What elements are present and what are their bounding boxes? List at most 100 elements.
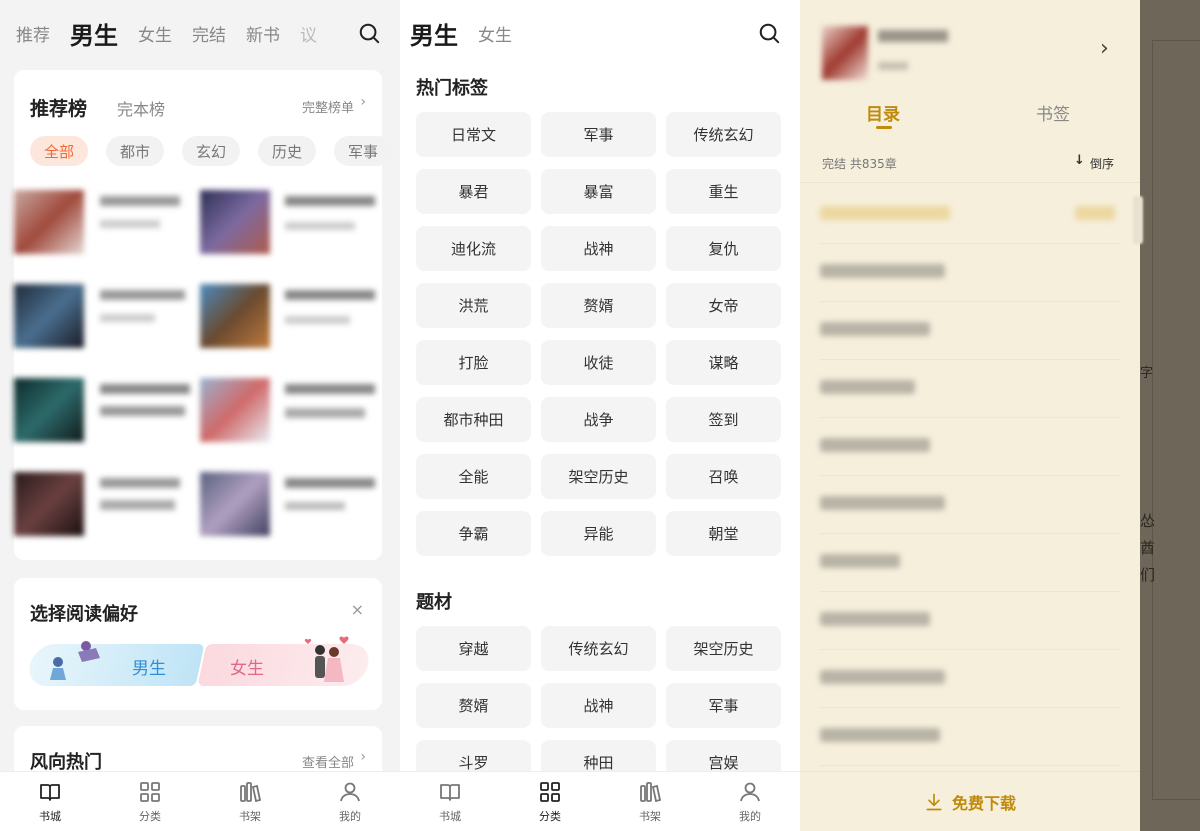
book-catalog-panel: 字 怂 酋 们 › 目录 书签 完结 共835章 ↓ 倒序 免费下载 — [800, 0, 1200, 831]
hot-tag[interactable]: 谋略 — [666, 340, 781, 385]
chapter-item[interactable] — [820, 534, 1120, 592]
female-label: 女生 — [230, 659, 264, 679]
book-cover[interactable] — [200, 472, 270, 536]
chevron-right-icon[interactable]: › — [1100, 36, 1109, 61]
male-label: 男生 — [132, 659, 166, 679]
free-download-button[interactable]: 免费下载 — [800, 771, 1140, 831]
tab-recommend[interactable]: 推荐 — [16, 21, 50, 46]
hot-tag[interactable]: 全能 — [416, 454, 531, 499]
hot-tag[interactable]: 收徒 — [541, 340, 656, 385]
tab-female[interactable]: 女生 — [138, 21, 172, 46]
hot-tag[interactable]: 复仇 — [666, 226, 781, 271]
hot-tag[interactable]: 争霸 — [416, 511, 531, 556]
chevron-right-icon: › — [360, 749, 366, 765]
hot-tag[interactable]: 日常文 — [416, 112, 531, 157]
hot-tag[interactable]: 召唤 — [666, 454, 781, 499]
pill-all[interactable]: 全部 — [30, 136, 88, 166]
catalog-drawer: › 目录 书签 完结 共835章 ↓ 倒序 免费下载 — [800, 0, 1140, 831]
tab-bookmark[interactable]: 书签 — [1036, 100, 1070, 125]
theme-tag[interactable]: 赘婿 — [416, 683, 531, 728]
sort-arrow-icon[interactable]: ↓ — [1074, 153, 1085, 168]
sort-order-button[interactable]: 倒序 — [1090, 155, 1114, 172]
chapter-item[interactable] — [820, 708, 1120, 766]
book-cover[interactable] — [14, 284, 84, 348]
tab-male[interactable]: 男生 — [410, 16, 458, 51]
bookshelf-icon — [640, 781, 662, 802]
theme-tag[interactable]: 穿越 — [416, 626, 531, 671]
tab-finished[interactable]: 完结 — [192, 21, 226, 46]
theme-tag[interactable]: 传统玄幻 — [541, 626, 656, 671]
chapter-item[interactable] — [820, 244, 1120, 302]
rank-more-link[interactable]: 完整榜单 — [302, 97, 354, 116]
book-cover[interactable] — [200, 284, 270, 348]
hot-tag[interactable]: 打脸 — [416, 340, 531, 385]
tab-catalog[interactable]: 目录 — [866, 100, 900, 125]
hot-tag[interactable]: 暴富 — [541, 169, 656, 214]
pill-city[interactable]: 都市 — [106, 136, 164, 166]
grid-icon — [540, 781, 560, 802]
hot-tag[interactable]: 签到 — [666, 397, 781, 442]
hot-tag[interactable]: 异能 — [541, 511, 656, 556]
theme-tag[interactable]: 军事 — [666, 683, 781, 728]
book-cover[interactable] — [822, 26, 868, 80]
chevron-right-icon: › — [360, 94, 366, 110]
rank-title[interactable]: 推荐榜 — [30, 94, 87, 121]
nav-bookshelf[interactable]: 书架 — [200, 772, 300, 831]
pill-military[interactable]: 军事 — [334, 136, 392, 166]
nav-bookstore[interactable]: 书城 — [400, 772, 500, 831]
chapter-item[interactable] — [820, 476, 1120, 534]
nav-category[interactable]: 分类 — [500, 772, 600, 831]
nav-bookshelf[interactable]: 书架 — [600, 772, 700, 831]
chapter-item[interactable] — [820, 650, 1120, 708]
book-cover[interactable] — [14, 472, 84, 536]
book-cover[interactable] — [200, 378, 270, 442]
theme-tag[interactable]: 架空历史 — [666, 626, 781, 671]
nav-mine[interactable]: 我的 — [700, 772, 800, 831]
hot-tag[interactable]: 传统玄幻 — [666, 112, 781, 157]
section-theme: 题材 — [416, 592, 452, 613]
tab-new[interactable]: 新书 — [246, 21, 280, 46]
hot-tag[interactable]: 朝堂 — [666, 511, 781, 556]
tab-male[interactable]: 男生 — [70, 16, 118, 51]
book-cover[interactable] — [200, 190, 270, 254]
theme-tag[interactable]: 战神 — [541, 683, 656, 728]
hot-tag[interactable]: 洪荒 — [416, 283, 531, 328]
user-icon — [740, 782, 760, 801]
hot-tag[interactable]: 重生 — [666, 169, 781, 214]
close-icon[interactable]: × — [351, 600, 364, 619]
rank-alt-tab[interactable]: 完本榜 — [117, 96, 165, 120]
search-icon[interactable] — [758, 22, 780, 44]
hot-tag[interactable]: 战争 — [541, 397, 656, 442]
hot-tag[interactable]: 赘婿 — [541, 283, 656, 328]
bookstore-panel: 推荐 男生 女生 完结 新书 议 推荐榜 完本榜 完整榜单 › 全部 都市 玄幻… — [0, 0, 400, 831]
hot-tag[interactable]: 暴君 — [416, 169, 531, 214]
hot-tag[interactable]: 架空历史 — [541, 454, 656, 499]
chapter-item[interactable] — [820, 418, 1120, 476]
tab-more[interactable]: 议 — [300, 21, 317, 46]
book-cover[interactable] — [14, 378, 84, 442]
hot-tag[interactable]: 女帝 — [666, 283, 781, 328]
hot-more-link[interactable]: 查看全部 — [302, 752, 354, 771]
hot-tag[interactable]: 都市种田 — [416, 397, 531, 442]
section-hot-tags: 热门标签 — [416, 78, 488, 99]
bookshelf-icon — [240, 781, 262, 802]
hot-tag[interactable]: 军事 — [541, 112, 656, 157]
book-author — [878, 62, 908, 70]
hot-tag[interactable]: 战神 — [541, 226, 656, 271]
pill-history[interactable]: 历史 — [258, 136, 316, 166]
pill-fantasy[interactable]: 玄幻 — [182, 136, 240, 166]
scrollbar-thumb[interactable] — [1133, 196, 1143, 244]
chapter-item[interactable] — [820, 302, 1120, 360]
search-icon[interactable] — [358, 22, 380, 44]
chapter-item[interactable] — [820, 592, 1120, 650]
chapter-count: 完结 共835章 — [822, 157, 897, 171]
nav-bookstore[interactable]: 书城 — [0, 772, 100, 831]
nav-mine[interactable]: 我的 — [300, 772, 400, 831]
book-title — [878, 30, 948, 42]
chapter-item[interactable] — [820, 360, 1120, 418]
nav-category[interactable]: 分类 — [100, 772, 200, 831]
chapter-item[interactable] — [820, 186, 1120, 244]
hot-tag[interactable]: 迪化流 — [416, 226, 531, 271]
tab-female[interactable]: 女生 — [478, 21, 512, 46]
book-cover[interactable] — [14, 190, 84, 254]
